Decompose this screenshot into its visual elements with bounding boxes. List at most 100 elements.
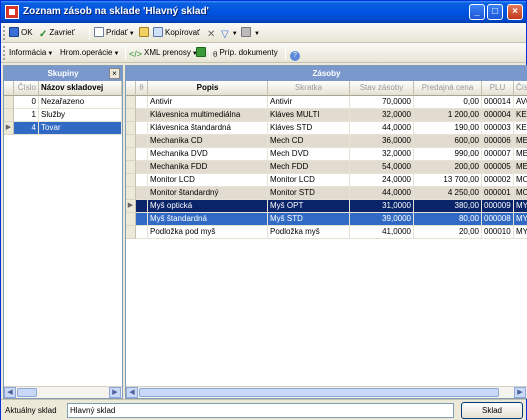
- scroll-right-icon[interactable]: ▶: [109, 387, 121, 398]
- info-menu[interactable]: Informácia▼: [9, 46, 53, 60]
- close-panel-button[interactable]: ×: [109, 68, 120, 79]
- group-number[interactable]: 1: [14, 109, 39, 122]
- plu-cell[interactable]: 000009: [482, 200, 514, 213]
- plu-cell[interactable]: 000003: [482, 122, 514, 135]
- delete-button[interactable]: ✕: [207, 26, 217, 40]
- price-cell[interactable]: 13 700,00: [414, 174, 482, 187]
- column-header-plu[interactable]: PLU: [482, 81, 514, 96]
- code-cell[interactable]: MYSPOD: [514, 226, 527, 239]
- row-selector[interactable]: [4, 96, 14, 109]
- row-selector[interactable]: [126, 226, 136, 239]
- scrollbar-thumb[interactable]: [17, 388, 37, 397]
- abbreviation-cell[interactable]: Myš STD: [268, 213, 350, 226]
- quantity-cell[interactable]: 44,0000: [350, 187, 414, 200]
- quantity-cell[interactable]: 32,0000: [350, 109, 414, 122]
- ok-button[interactable]: OK: [9, 26, 33, 40]
- abbreviation-cell[interactable]: Mech CD: [268, 135, 350, 148]
- attachment-cell[interactable]: [136, 174, 148, 187]
- close-window-button[interactable]: ×: [507, 4, 523, 20]
- attachment-cell[interactable]: [136, 187, 148, 200]
- attachment-cell[interactable]: [136, 161, 148, 174]
- scroll-right-icon[interactable]: ▶: [514, 387, 526, 398]
- price-cell[interactable]: 190,00: [414, 122, 482, 135]
- code-cell[interactable]: KEYMULT: [514, 109, 527, 122]
- group-name[interactable]: Tovar: [39, 122, 122, 135]
- description-cell[interactable]: Mechanika CD: [148, 135, 268, 148]
- row-selector[interactable]: [126, 161, 136, 174]
- group-number[interactable]: 0: [14, 96, 39, 109]
- column-header-theta[interactable]: θ: [136, 81, 148, 96]
- title-bar[interactable]: Zoznam zásob na sklade 'Hlavný sklad' _ …: [1, 1, 526, 23]
- attachment-cell[interactable]: [136, 96, 148, 109]
- quantity-cell[interactable]: 70,0000: [350, 96, 414, 109]
- filter-button[interactable]: ▽ ▼: [221, 26, 238, 40]
- horizontal-scrollbar[interactable]: ◀ ▶: [4, 386, 122, 398]
- row-selector-header[interactable]: [4, 81, 14, 96]
- description-cell[interactable]: Klávesnica štandardná: [148, 122, 268, 135]
- abbreviation-cell[interactable]: Kláves STD: [268, 122, 350, 135]
- row-selector[interactable]: [126, 135, 136, 148]
- price-cell[interactable]: 990,00: [414, 148, 482, 161]
- quantity-cell[interactable]: 54,0000: [350, 161, 414, 174]
- abbreviation-cell[interactable]: Mech DVD: [268, 148, 350, 161]
- edit-button[interactable]: [139, 26, 151, 40]
- quantity-cell[interactable]: 41,0000: [350, 226, 414, 239]
- abbreviation-cell[interactable]: Monitor LCD: [268, 174, 350, 187]
- code-cell[interactable]: MYSOPT: [514, 200, 527, 213]
- toolbar-grip[interactable]: [3, 46, 6, 60]
- group-name[interactable]: Služby: [39, 109, 122, 122]
- price-cell[interactable]: 600,00: [414, 135, 482, 148]
- code-cell[interactable]: MECDVD: [514, 148, 527, 161]
- row-selector[interactable]: [4, 109, 14, 122]
- plu-cell[interactable]: 000001: [482, 187, 514, 200]
- row-selector[interactable]: [126, 187, 136, 200]
- code-cell[interactable]: KEYSTDC: [514, 122, 527, 135]
- quantity-cell[interactable]: 24,0000: [350, 174, 414, 187]
- plu-cell[interactable]: 000007: [482, 148, 514, 161]
- price-cell[interactable]: 380,00: [414, 200, 482, 213]
- maximize-button[interactable]: □: [487, 4, 503, 20]
- xml-transfers-menu[interactable]: </> XML prenosy▼: [129, 46, 198, 60]
- price-cell[interactable]: 1 200,00: [414, 109, 482, 122]
- row-selector[interactable]: [126, 148, 136, 161]
- attachment-cell[interactable]: [136, 122, 148, 135]
- code-cell[interactable]: MONLCD: [514, 174, 527, 187]
- minimize-button[interactable]: _: [469, 4, 485, 20]
- attachment-cell[interactable]: [136, 109, 148, 122]
- price-cell[interactable]: 200,00: [414, 161, 482, 174]
- scroll-left-icon[interactable]: ◀: [126, 387, 138, 398]
- plu-cell[interactable]: 000005: [482, 161, 514, 174]
- description-cell[interactable]: Monitor LCD: [148, 174, 268, 187]
- close-button[interactable]: ✓ Zavrieť: [39, 26, 75, 40]
- code-cell[interactable]: MYSSTD: [514, 213, 527, 226]
- column-header-code[interactable]: Číslo ka: [514, 81, 527, 96]
- attachments-button[interactable]: θ Príp. dokumenty: [213, 46, 278, 60]
- description-cell[interactable]: Myš optická: [148, 200, 268, 213]
- group-name[interactable]: Nezařazeno: [39, 96, 122, 109]
- price-cell[interactable]: 80,00: [414, 213, 482, 226]
- description-cell[interactable]: Mechanika FDD: [148, 161, 268, 174]
- quantity-cell[interactable]: 44,0000: [350, 122, 414, 135]
- print-button[interactable]: ▼: [241, 26, 260, 40]
- quantity-cell[interactable]: 36,0000: [350, 135, 414, 148]
- code-cell[interactable]: MECFDD: [514, 161, 527, 174]
- abbreviation-cell[interactable]: Podložka myš: [268, 226, 350, 239]
- column-header-name[interactable]: Názov skladovej: [39, 81, 122, 96]
- attachment-cell[interactable]: [136, 213, 148, 226]
- group-number[interactable]: 4: [14, 122, 39, 135]
- description-cell[interactable]: Antivir: [148, 96, 268, 109]
- copy-button[interactable]: Kopírovať: [153, 26, 200, 40]
- row-selector[interactable]: [126, 174, 136, 187]
- row-selector[interactable]: [126, 122, 136, 135]
- row-selector[interactable]: [126, 109, 136, 122]
- plu-cell[interactable]: 000006: [482, 135, 514, 148]
- description-cell[interactable]: Monitor štandardný: [148, 187, 268, 200]
- abbreviation-cell[interactable]: Mech FDD: [268, 161, 350, 174]
- warehouse-button[interactable]: Sklad: [461, 402, 523, 419]
- plu-cell[interactable]: 000010: [482, 226, 514, 239]
- quantity-cell[interactable]: 31,0000: [350, 200, 414, 213]
- abbreviation-cell[interactable]: Monitor STD: [268, 187, 350, 200]
- code-cell[interactable]: MECCD0: [514, 135, 527, 148]
- bulk-operations-menu[interactable]: Hrom.operácie▼: [60, 46, 119, 60]
- abbreviation-cell[interactable]: Kláves MULTI: [268, 109, 350, 122]
